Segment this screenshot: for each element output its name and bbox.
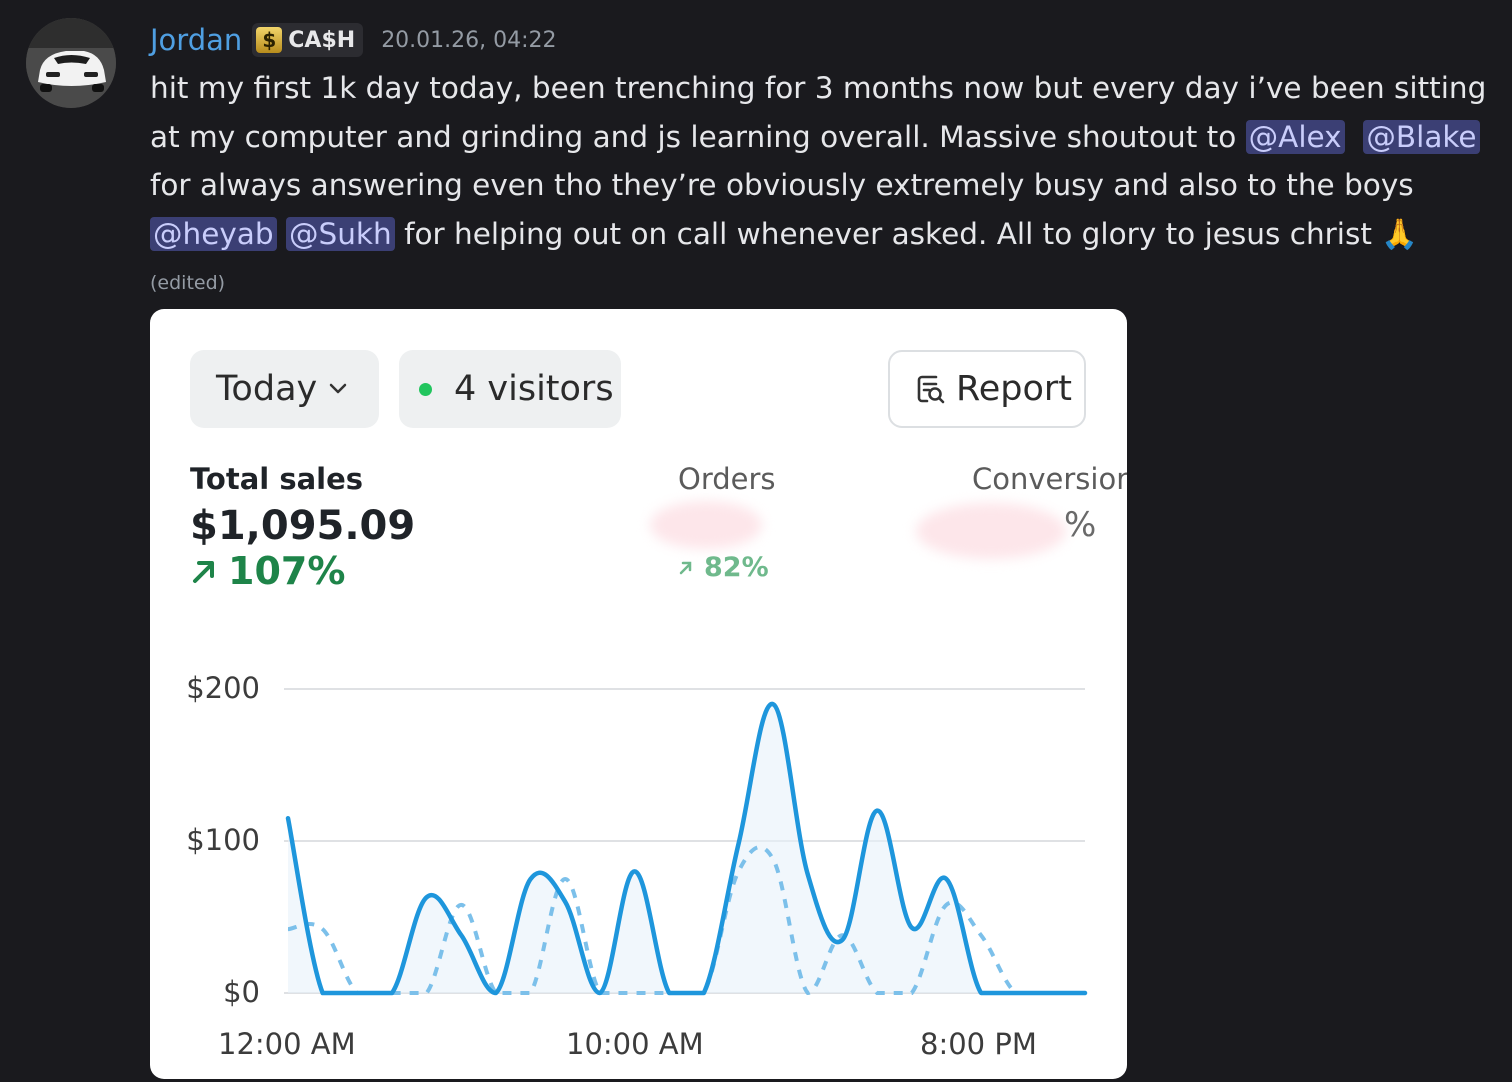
role-tag-label: CA$H — [288, 27, 356, 53]
username[interactable]: Jordan — [150, 23, 242, 57]
message-timestamp[interactable]: 20.01.26, 04:22 — [381, 28, 556, 53]
message-text: for helping out on call whenever asked. … — [394, 216, 1382, 251]
mention-heyab[interactable]: @heyab — [150, 216, 277, 251]
mention-blake[interactable]: @Blake — [1363, 119, 1480, 154]
edited-label: (edited) — [150, 272, 226, 294]
message-content: hit my first 1k day today, been trenchin… — [150, 64, 1495, 258]
praying-hands-icon: 🙏 — [1381, 216, 1419, 251]
sales-line-chart — [284, 688, 1088, 996]
image-attachment[interactable]: Today 4 visitors Report Total sales $1,0… — [150, 309, 1127, 1079]
dollar-sign-icon: $ — [256, 27, 283, 53]
mention-sukh[interactable]: @Sukh — [286, 216, 395, 251]
mention-alex[interactable]: @Alex — [1245, 119, 1345, 154]
message-text: for always answering even tho they’re ob… — [150, 168, 1414, 203]
sales-line — [285, 701, 1088, 996]
message-header: Jordan $ CA$H 20.01.26, 04:22 — [150, 18, 557, 62]
user-avatar[interactable] — [26, 18, 116, 108]
role-tag[interactable]: $ CA$H — [252, 23, 364, 57]
car-icon — [26, 18, 116, 108]
